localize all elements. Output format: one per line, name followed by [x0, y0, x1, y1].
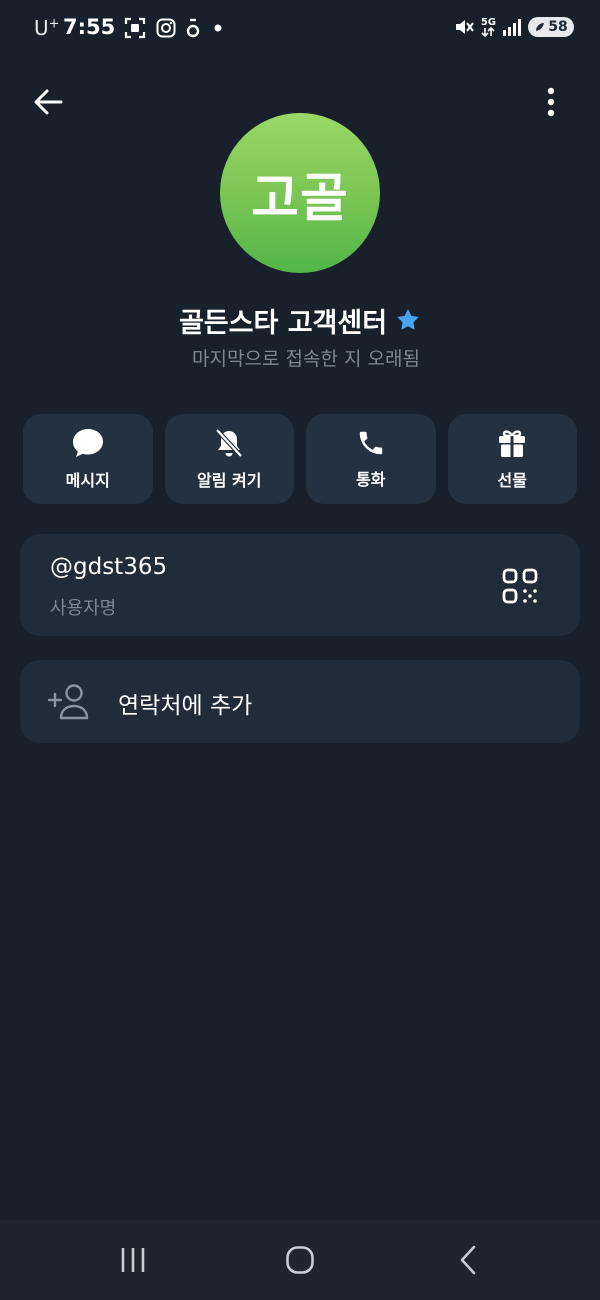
message-button[interactable]: 메시지	[23, 414, 153, 504]
carrier-label: U+	[34, 16, 60, 40]
instagram-icon	[156, 18, 176, 38]
call-button[interactable]: 통화	[306, 414, 436, 504]
back-button[interactable]	[28, 82, 68, 122]
star-badge-icon	[397, 308, 420, 330]
home-button[interactable]	[270, 1240, 330, 1280]
add-person-icon	[47, 684, 89, 720]
profile-name-row: 골든스타 고객센터	[0, 300, 600, 340]
avatar[interactable]: 고골	[220, 113, 380, 273]
profile-screen: U+ 7:55 5G 58 고골 골든스타 고객센터 마지막으로 접속한 지 오…	[0, 0, 600, 1300]
recent-apps-button[interactable]	[103, 1240, 163, 1280]
qr-code-button[interactable]	[500, 566, 540, 606]
dot-icon	[214, 24, 222, 32]
home-icon	[286, 1246, 314, 1274]
action-buttons: 메시지 알림 켜기 통화 선물	[23, 414, 577, 504]
back-arrow-icon	[34, 89, 63, 115]
last-seen-status: 마지막으로 접속한 지 오래됨	[192, 348, 420, 370]
phone-icon	[359, 431, 382, 455]
battery-icon: 58	[528, 17, 574, 37]
avatar-initials: 고골	[251, 168, 349, 229]
gift-button[interactable]: 선물	[447, 414, 577, 504]
status-icons-right: 5G 58	[453, 16, 574, 38]
call-button-label: 통화	[356, 470, 386, 489]
message-button-label: 메시지	[65, 471, 110, 490]
back-icon	[460, 1245, 476, 1275]
network-5g-icon: 5G	[481, 17, 496, 37]
app-icon	[186, 18, 200, 38]
screenshot-icon	[124, 17, 146, 39]
add-contact-label: 연락처에 추가	[118, 693, 253, 719]
unmute-button[interactable]: 알림 켜기	[164, 414, 294, 504]
nav-back-button[interactable]	[438, 1240, 498, 1280]
username-caption: 사용자명	[50, 598, 117, 619]
signal-icon	[503, 19, 521, 36]
status-time: 7:55	[63, 15, 116, 39]
mute-icon	[455, 20, 474, 34]
more-vertical-icon	[547, 87, 555, 117]
chat-bubble-icon	[72, 429, 103, 457]
username-value[interactable]: @gdst365	[50, 554, 167, 580]
qr-code-icon	[502, 568, 538, 604]
system-nav-bar	[0, 1220, 600, 1300]
gift-icon	[499, 430, 526, 457]
status-icons-left	[124, 17, 226, 39]
recent-apps-icon	[121, 1248, 145, 1272]
status-bar: U+ 7:55 5G 58	[0, 0, 600, 56]
bell-off-icon	[215, 428, 243, 458]
profile-name: 골든스타 고객센터	[178, 307, 388, 339]
username-card[interactable]: @gdst365 사용자명	[20, 534, 580, 636]
add-contact-button[interactable]: 연락처에 추가	[20, 660, 580, 743]
unmute-button-label: 알림 켜기	[197, 471, 262, 490]
gift-button-label: 선물	[497, 471, 527, 490]
battery-level: 58	[548, 19, 568, 35]
more-options-button[interactable]	[531, 82, 571, 122]
